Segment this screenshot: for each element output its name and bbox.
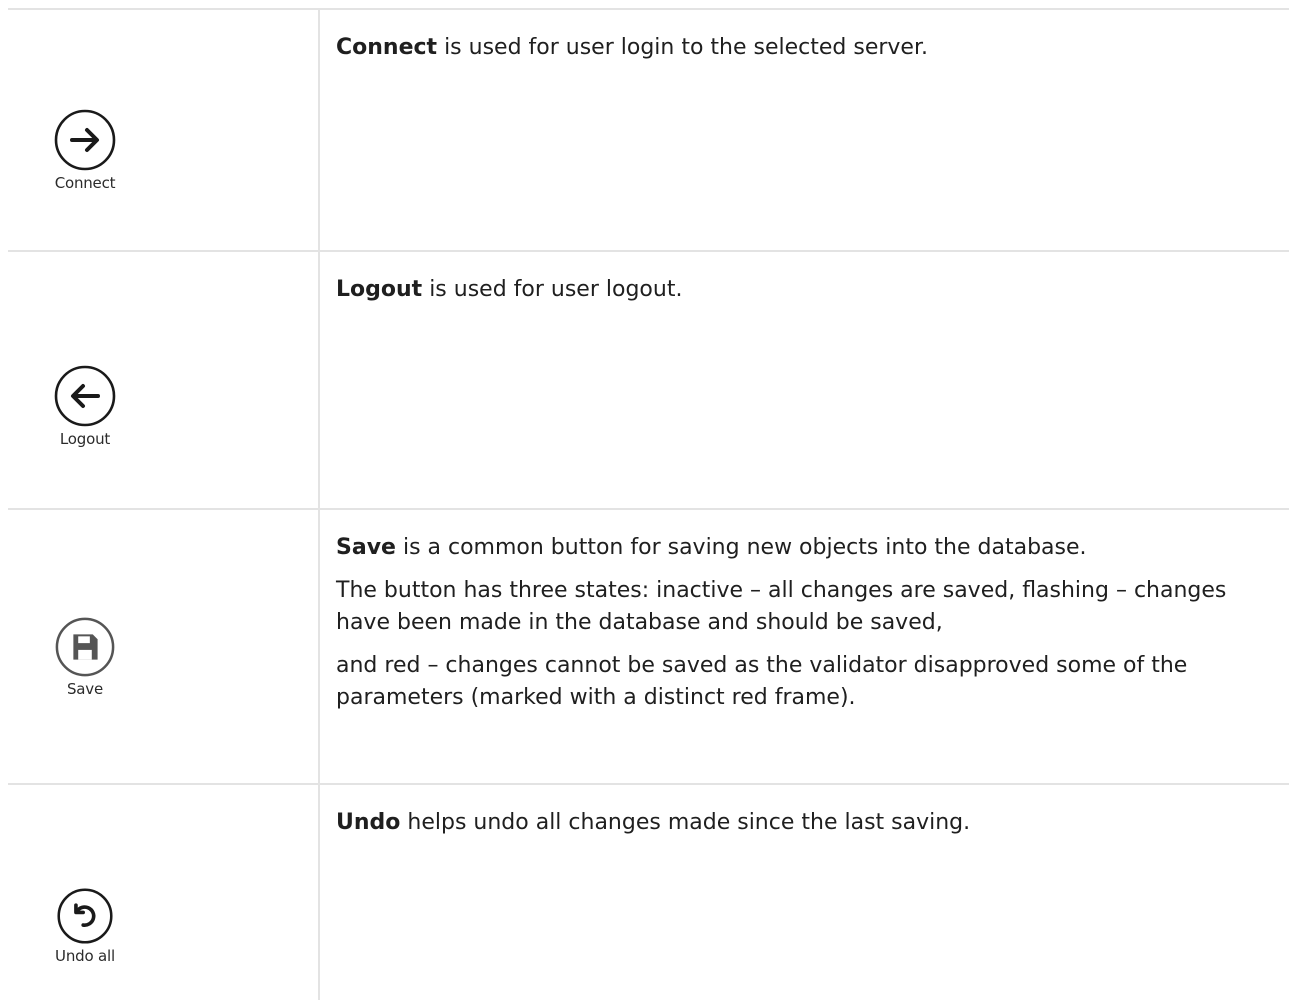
table-row: Logout Logout is used for user logout. (8, 250, 1289, 510)
icon-cell: Save (8, 508, 320, 785)
logout-button[interactable]: Logout (8, 364, 162, 448)
description-paragraph: and red – changes cannot be saved as the… (336, 653, 1188, 710)
description-paragraph: Connect is used for user login to the se… (336, 32, 1269, 64)
logout-button-label: Logout (59, 430, 111, 448)
description-cell: Connect is used for user login to the se… (318, 8, 1289, 252)
table-row: Connect Connect is used for user login t… (8, 8, 1289, 252)
term-connect: Connect (336, 35, 438, 60)
icon-cell: Connect (8, 8, 320, 252)
arrow-right-circle-icon (8, 108, 162, 172)
table-row: Undo all Undo helps undo all changes mad… (8, 783, 1289, 1000)
description-text: is used for user login to the selected s… (444, 35, 928, 60)
undo-all-button[interactable]: Undo all (8, 887, 162, 965)
description-text: is a common button for saving new object… (402, 535, 1087, 560)
connect-button[interactable]: Connect (8, 108, 162, 192)
undo-circle-icon (8, 887, 162, 945)
icon-cell: Logout (8, 250, 320, 510)
description-text: helps undo all changes made since the la… (407, 810, 971, 835)
arrow-left-circle-icon (8, 364, 162, 428)
icon-cell: Undo all (8, 783, 320, 1000)
save-button-label: Save (66, 680, 104, 698)
connect-button-label: Connect (54, 174, 116, 192)
undo-all-button-label: Undo all (55, 947, 115, 965)
term-undo: Undo (336, 810, 401, 835)
description-paragraph: The button has three states: inactive – … (336, 578, 1227, 635)
term-logout: Logout (336, 277, 423, 302)
floppy-disk-circle-icon (8, 616, 162, 678)
save-button[interactable]: Save (8, 616, 162, 698)
description-cell: Undo helps undo all changes made since t… (318, 783, 1289, 1000)
table-row: Save Save is a common button for saving … (8, 508, 1289, 785)
description-paragraph: Logout is used for user logout. (336, 274, 1269, 306)
description-paragraph: Save is a common button for saving new o… (336, 532, 1269, 564)
toolbar-buttons-table: Connect Connect is used for user login t… (8, 8, 1289, 1000)
description-text: is used for user logout. (429, 277, 683, 302)
term-save: Save (336, 535, 396, 560)
description-paragraph: Undo helps undo all changes made since t… (336, 807, 1269, 839)
description-cell: Logout is used for user logout. (318, 250, 1289, 510)
description-cell: Save is a common button for saving new o… (318, 508, 1289, 785)
